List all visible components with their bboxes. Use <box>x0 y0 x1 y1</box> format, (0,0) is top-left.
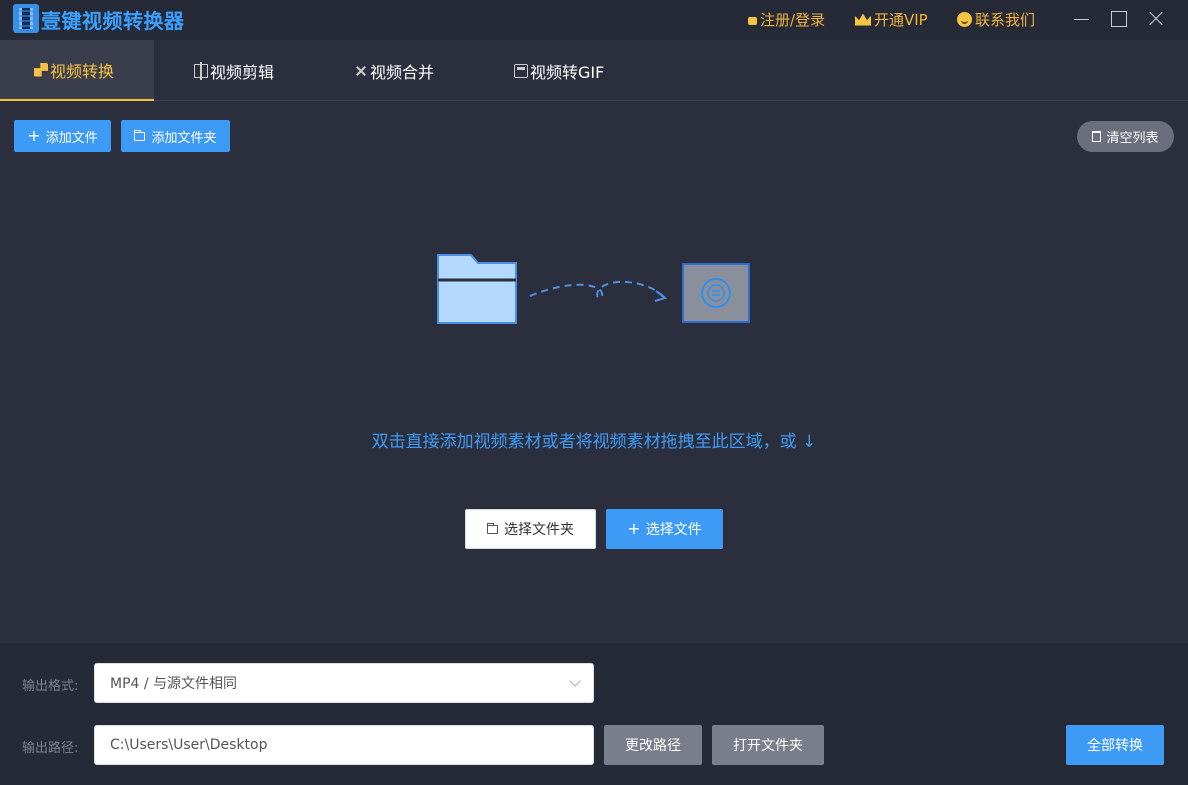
output-path-label: 输出路径: <box>22 741 79 756</box>
title-bar: 壹键视频转换器 注册/登录 开通VIP 联系我们 <box>0 0 1188 40</box>
drop-hint-text: 双击直接添加视频素材或者将视频素材拖拽至此区域，或 ↓ <box>371 432 817 452</box>
login-label: 注册/登录 <box>760 11 826 29</box>
change-path-label: 更改路径 <box>625 738 681 754</box>
user-icon <box>748 17 757 25</box>
add-file-label: 添加文件 <box>45 130 98 146</box>
output-panel: 输出格式: MP4 / 与源文件相同 输出路径: C:\Users\User\D… <box>0 643 1188 785</box>
open-folder-label: 打开文件夹 <box>733 738 803 754</box>
cut-icon <box>194 61 208 80</box>
convert-box-icon <box>682 263 750 323</box>
tab-video-merge[interactable]: 视频合并 <box>354 40 434 101</box>
convert-all-button[interactable]: 全部转换 <box>1066 725 1164 765</box>
output-path-value: C:\Users\User\Desktop <box>110 737 268 753</box>
app-logo-icon <box>13 4 39 33</box>
select-folder-button[interactable]: 选择文件夹 <box>465 509 596 549</box>
change-path-button[interactable]: 更改路径 <box>604 725 702 765</box>
select-file-button[interactable]: + 选择文件 <box>606 509 723 549</box>
tab-label: 视频合并 <box>370 62 435 82</box>
drop-illustration <box>437 254 750 324</box>
open-folder-button[interactable]: 打开文件夹 <box>712 725 824 765</box>
contact-label: 联系我们 <box>975 11 1036 29</box>
close-button[interactable] <box>1145 8 1167 30</box>
login-link[interactable]: 注册/登录 <box>748 9 825 30</box>
crown-icon <box>855 14 871 26</box>
vip-link[interactable]: 开通VIP <box>855 9 928 30</box>
output-format-label: 输出格式: <box>22 679 79 694</box>
clear-list-label: 清空列表 <box>1106 131 1159 146</box>
minimize-button[interactable] <box>1071 8 1093 30</box>
app-title: 壹键视频转换器 <box>41 9 185 33</box>
output-path-input[interactable]: C:\Users\User\Desktop <box>94 725 594 765</box>
trash-icon <box>1092 131 1102 142</box>
convert-all-label: 全部转换 <box>1087 738 1143 754</box>
clear-list-button[interactable]: 清空列表 <box>1077 121 1174 152</box>
dashed-arrow-icon <box>529 280 665 299</box>
vip-label: 开通VIP <box>874 11 928 29</box>
select-folder-label: 选择文件夹 <box>504 522 574 538</box>
tab-label: 视频转换 <box>50 61 115 81</box>
folder-icon <box>134 129 146 141</box>
select-file-label: 选择文件 <box>645 522 702 538</box>
chevron-down-icon <box>569 675 581 687</box>
smile-icon <box>957 12 972 27</box>
folder-illustration-icon <box>437 254 517 324</box>
add-file-button[interactable]: + 添加文件 <box>14 120 111 152</box>
plus-icon: + <box>627 519 641 538</box>
plus-icon: + <box>27 126 41 145</box>
contact-link[interactable]: 联系我们 <box>957 9 1035 30</box>
tab-bar: 视频转换 视频剪辑 视频合并 视频转GIF <box>0 40 1188 101</box>
add-folder-label: 添加文件夹 <box>151 130 217 146</box>
tab-label: 视频剪辑 <box>210 62 275 82</box>
convert-icon <box>34 62 48 77</box>
output-format-value: MP4 / 与源文件相同 <box>110 676 238 692</box>
gif-icon <box>514 63 528 78</box>
output-format-select[interactable]: MP4 / 与源文件相同 <box>94 663 594 703</box>
add-folder-button[interactable]: 添加文件夹 <box>121 120 230 152</box>
tab-video-gif[interactable]: 视频转GIF <box>514 40 604 101</box>
tab-label: 视频转GIF <box>530 62 605 82</box>
folder-icon <box>487 522 498 534</box>
tab-video-convert[interactable]: 视频转换 <box>0 40 154 101</box>
tab-video-cut[interactable]: 视频剪辑 <box>194 40 274 101</box>
maximize-button[interactable] <box>1108 8 1130 30</box>
merge-icon <box>354 64 368 78</box>
